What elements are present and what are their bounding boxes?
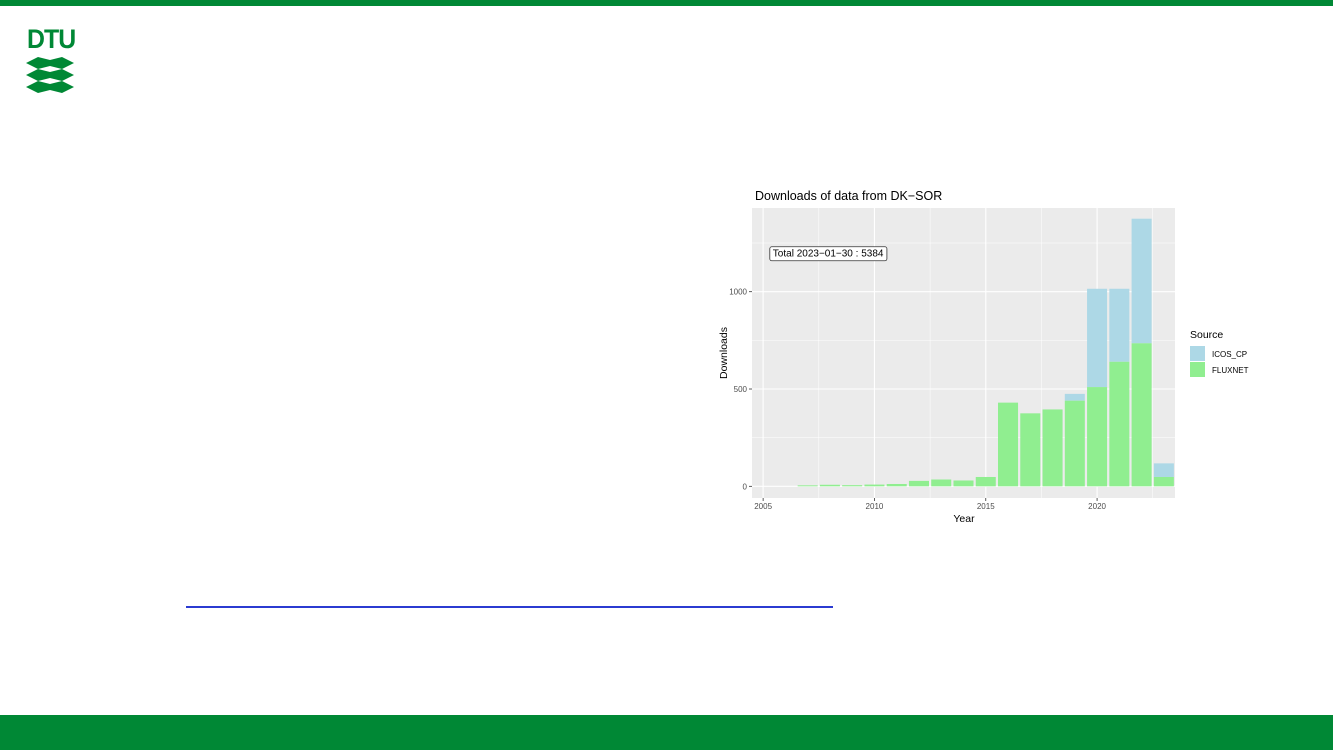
bar-fluxnet xyxy=(908,480,929,487)
bar-fluxnet xyxy=(931,479,952,487)
bar-fluxnet xyxy=(1109,361,1130,487)
x-tick-label: 2010 xyxy=(866,502,884,511)
downloads-chart: Downloads of data from DK−SOR Total 2023… xyxy=(718,189,1249,525)
legend-label: ICOS_CP xyxy=(1212,350,1247,359)
bar-fluxnet xyxy=(864,484,885,487)
annotation-label: Total 2023−01−30 : 5384 xyxy=(773,248,884,259)
bar-fluxnet xyxy=(998,402,1019,487)
bar-fluxnet xyxy=(1042,409,1063,487)
bar-fluxnet xyxy=(1020,413,1041,487)
dtu-logo: DTU xyxy=(26,26,76,96)
bar-icos-cp xyxy=(1064,393,1085,401)
bottom-brand-bar xyxy=(0,715,1333,750)
x-axis-label: Year xyxy=(953,513,975,525)
bar-icos-cp xyxy=(1109,288,1130,362)
bar-fluxnet xyxy=(1131,343,1152,487)
annotation: Total 2023−01−30 : 5384 xyxy=(769,246,888,262)
bar-icos-cp xyxy=(1153,463,1174,477)
x-tick-label: 2005 xyxy=(754,502,772,511)
x-axis: 2005 2010 2015 2020 xyxy=(754,498,1107,511)
bar-fluxnet xyxy=(975,476,996,487)
dtu-logo-waves-icon xyxy=(26,57,74,93)
legend: Source ICOS_CP FLUXNET xyxy=(1190,329,1249,377)
y-tick-label: 500 xyxy=(734,385,748,394)
bar-fluxnet xyxy=(842,485,863,487)
link-underline[interactable] xyxy=(186,606,833,608)
dtu-logo-text: DTU xyxy=(27,24,76,54)
y-tick-label: 0 xyxy=(743,482,748,491)
y-axis-label: Downloads xyxy=(718,327,730,379)
x-tick-label: 2015 xyxy=(977,502,995,511)
bar-icos-cp xyxy=(1087,288,1108,388)
y-tick-label: 1000 xyxy=(729,288,747,297)
bar-fluxnet xyxy=(1064,400,1085,487)
y-axis: 0 500 1000 xyxy=(729,288,752,491)
x-tick-label: 2020 xyxy=(1088,502,1106,511)
legend-title: Source xyxy=(1190,329,1223,341)
legend-label: FLUXNET xyxy=(1212,366,1249,375)
chart-title: Downloads of data from DK−SOR xyxy=(755,189,942,203)
bar-fluxnet xyxy=(953,480,974,487)
bar-fluxnet xyxy=(797,485,818,487)
legend-swatch xyxy=(1190,362,1205,377)
bar-icos-cp xyxy=(1131,218,1152,344)
bar-fluxnet xyxy=(819,484,840,487)
legend-swatch xyxy=(1190,346,1205,361)
bar-fluxnet xyxy=(1087,387,1108,487)
top-brand-bar xyxy=(0,0,1333,6)
bar-fluxnet xyxy=(1153,476,1174,487)
bar-fluxnet xyxy=(886,483,907,487)
